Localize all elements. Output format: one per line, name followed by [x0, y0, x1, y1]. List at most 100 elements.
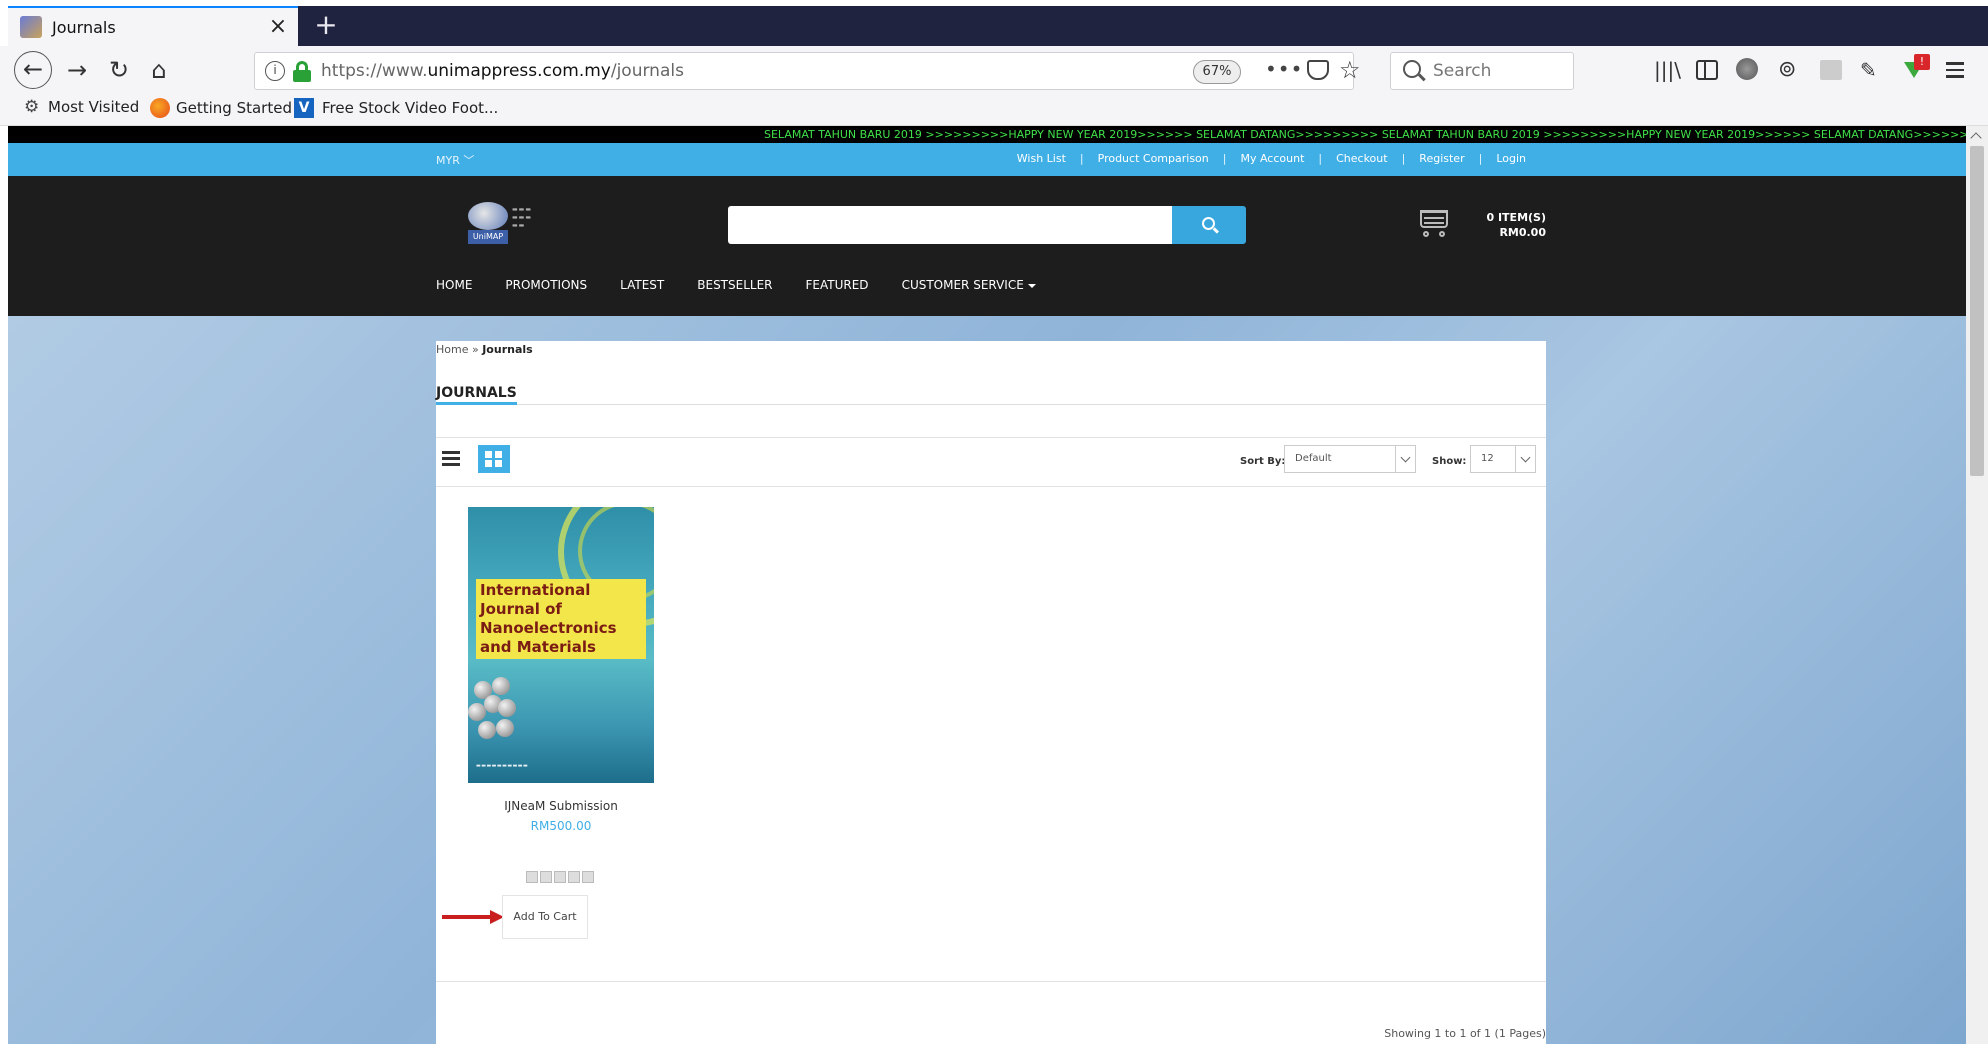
- list-view-icon[interactable]: [442, 451, 460, 467]
- breadcrumb-home[interactable]: Home: [436, 343, 468, 356]
- link-separator: |: [1478, 152, 1483, 165]
- checkout-link[interactable]: Checkout: [1336, 152, 1387, 165]
- logo-badge: UniMAP: [468, 230, 508, 244]
- home-button[interactable]: ⌂: [142, 54, 176, 88]
- sort-by-select[interactable]: Default: [1284, 445, 1416, 473]
- add-to-cart-button[interactable]: Add To Cart: [502, 895, 588, 939]
- site-search-input[interactable]: [728, 206, 1172, 244]
- show-count-select[interactable]: 12: [1470, 445, 1536, 473]
- page-info-icon[interactable]: i: [265, 61, 285, 81]
- reload-button[interactable]: ↻: [102, 54, 136, 88]
- page-actions-icon[interactable]: •••: [1265, 57, 1303, 81]
- product-cover-image[interactable]: International Journal of Nanoelectronics…: [468, 507, 654, 783]
- site-search-button[interactable]: [1172, 206, 1246, 244]
- url-path: /journals: [610, 61, 684, 81]
- molecule-illustration: [468, 677, 548, 757]
- bookmark-star-icon[interactable]: ☆: [1339, 56, 1361, 84]
- breadcrumb-current[interactable]: Journals: [482, 343, 532, 356]
- shopping-cart-icon[interactable]: [1418, 208, 1450, 238]
- heading-underline: JOURNALS: [436, 385, 1546, 405]
- close-tab-icon[interactable]: ×: [258, 7, 298, 47]
- login-link[interactable]: Login: [1496, 152, 1526, 165]
- bookmark-getting-started[interactable]: Getting Started: [150, 98, 292, 118]
- sidebar-icon[interactable]: [1696, 60, 1718, 80]
- empty-star-icon: [568, 871, 580, 883]
- main-content: Home » Journals JOURNALS Sort By: Defaul…: [436, 341, 1546, 1044]
- url-domain: unimappress.com.my: [427, 61, 611, 81]
- nav-latest[interactable]: LATEST: [620, 278, 664, 292]
- site-logo[interactable]: UniMAP ▬▬▬ ▬▬▬ ▬▬: [468, 202, 578, 252]
- divider: [436, 981, 1546, 982]
- breadcrumb: Home » Journals: [436, 343, 533, 356]
- show-label: Show:: [1432, 456, 1467, 467]
- nav-bestseller[interactable]: BESTSELLER: [697, 278, 772, 292]
- bookmark-label: Free Stock Video Foot...: [322, 99, 499, 117]
- my-account-link[interactable]: My Account: [1240, 152, 1304, 165]
- nav-featured[interactable]: FEATURED: [806, 278, 869, 292]
- url-text[interactable]: https://www.unimappress.com.my/journals: [321, 61, 684, 81]
- top-utility-bar: MYR ﹀ Wish List | Product Comparison | M…: [8, 143, 1966, 176]
- link-separator: |: [1401, 152, 1406, 165]
- forward-button[interactable]: →: [60, 54, 94, 88]
- empty-star-icon: [540, 871, 552, 883]
- divider: [436, 437, 1546, 438]
- secure-lock-icon[interactable]: [293, 61, 311, 82]
- search-placeholder: Search: [1433, 61, 1492, 81]
- address-bar[interactable]: i https://www.unimappress.com.my/journal…: [254, 52, 1361, 90]
- cover-title: International Journal of Nanoelectronics…: [476, 579, 646, 659]
- wish-list-link[interactable]: Wish List: [1017, 152, 1066, 165]
- reader-extension-icon[interactable]: [1820, 60, 1842, 80]
- hamburger-menu-icon[interactable]: [1946, 58, 1970, 82]
- product-comparison-link[interactable]: Product Comparison: [1098, 152, 1209, 165]
- screenshot-extension-icon[interactable]: ⊚: [1778, 58, 1802, 82]
- cover-title-line: Journal of: [480, 600, 562, 618]
- page-scrollbar[interactable]: [1966, 126, 1988, 1044]
- annotation-arrow-icon: [442, 910, 504, 924]
- sort-by-label: Sort By:: [1240, 456, 1286, 467]
- site-header: UniMAP ▬▬▬ ▬▬▬ ▬▬ 0 ITEM(S) RM0.00 HOME PR…: [8, 176, 1966, 316]
- new-tab-icon[interactable]: +: [308, 6, 344, 46]
- breadcrumb-separator: »: [468, 343, 483, 356]
- rating-stars: [526, 871, 596, 883]
- logo-emblem-icon: [468, 202, 508, 230]
- register-link[interactable]: Register: [1419, 152, 1464, 165]
- pocket-icon[interactable]: [1307, 60, 1329, 80]
- download-extension-icon[interactable]: !: [1902, 54, 1930, 80]
- tab-bar: Journals × +: [8, 6, 1988, 46]
- product-name[interactable]: IJNeaM Submission: [436, 799, 686, 813]
- extension-icon[interactable]: [1736, 58, 1758, 80]
- announcement-marquee: SELAMAT TAHUN BARU 2019 >>>>>>>>>HAPPY N…: [8, 126, 1966, 143]
- tab-journals[interactable]: Journals ×: [8, 6, 298, 46]
- sort-by-value: Default: [1295, 453, 1332, 464]
- chevron-down-icon: [1515, 446, 1535, 472]
- cover-publisher: ▬▬▬▬▬▬▬▬▬▬: [476, 763, 529, 769]
- link-separator: |: [1222, 152, 1227, 165]
- cover-title-line: Nanoelectronics: [480, 619, 617, 637]
- caret-down-icon: [1027, 283, 1036, 288]
- main-navigation: HOME PROMOTIONS LATEST BESTSELLER FEATUR…: [436, 278, 1069, 292]
- cart-summary[interactable]: 0 ITEM(S) RM0.00: [1456, 210, 1546, 240]
- nav-home[interactable]: HOME: [436, 278, 472, 292]
- screen: Journals × + ← → ↻ ⌂ i https://www.unima…: [0, 0, 1988, 1044]
- bookmark-most-visited[interactable]: ⚙ Most Visited: [24, 98, 139, 116]
- scroll-up-icon[interactable]: [1970, 132, 1982, 144]
- currency-selector[interactable]: MYR ﹀: [436, 152, 474, 168]
- divider: [436, 486, 1546, 487]
- v-logo-icon: V: [294, 98, 314, 118]
- link-separator: |: [1079, 152, 1084, 165]
- show-count-value: 12: [1481, 453, 1494, 464]
- zoom-level-button[interactable]: 67%: [1193, 60, 1241, 84]
- empty-star-icon: [526, 871, 538, 883]
- bookmark-free-stock-video[interactable]: V Free Stock Video Foot...: [294, 98, 498, 118]
- nav-promotions[interactable]: PROMOTIONS: [505, 278, 587, 292]
- grid-view-icon[interactable]: [478, 445, 510, 473]
- nav-customer-service[interactable]: CUSTOMER SERVICE: [902, 278, 1036, 292]
- browser-search-input[interactable]: Search: [1390, 52, 1574, 90]
- back-button[interactable]: ←: [14, 51, 52, 89]
- scroll-thumb[interactable]: [1970, 146, 1984, 476]
- bookmark-label: Getting Started: [176, 99, 292, 117]
- cover-title-line: and Materials: [480, 638, 596, 656]
- library-icon[interactable]: |||\: [1654, 58, 1681, 82]
- puzzle-extension-icon[interactable]: ✎: [1860, 58, 1884, 82]
- cart-total: RM0.00: [1499, 226, 1546, 239]
